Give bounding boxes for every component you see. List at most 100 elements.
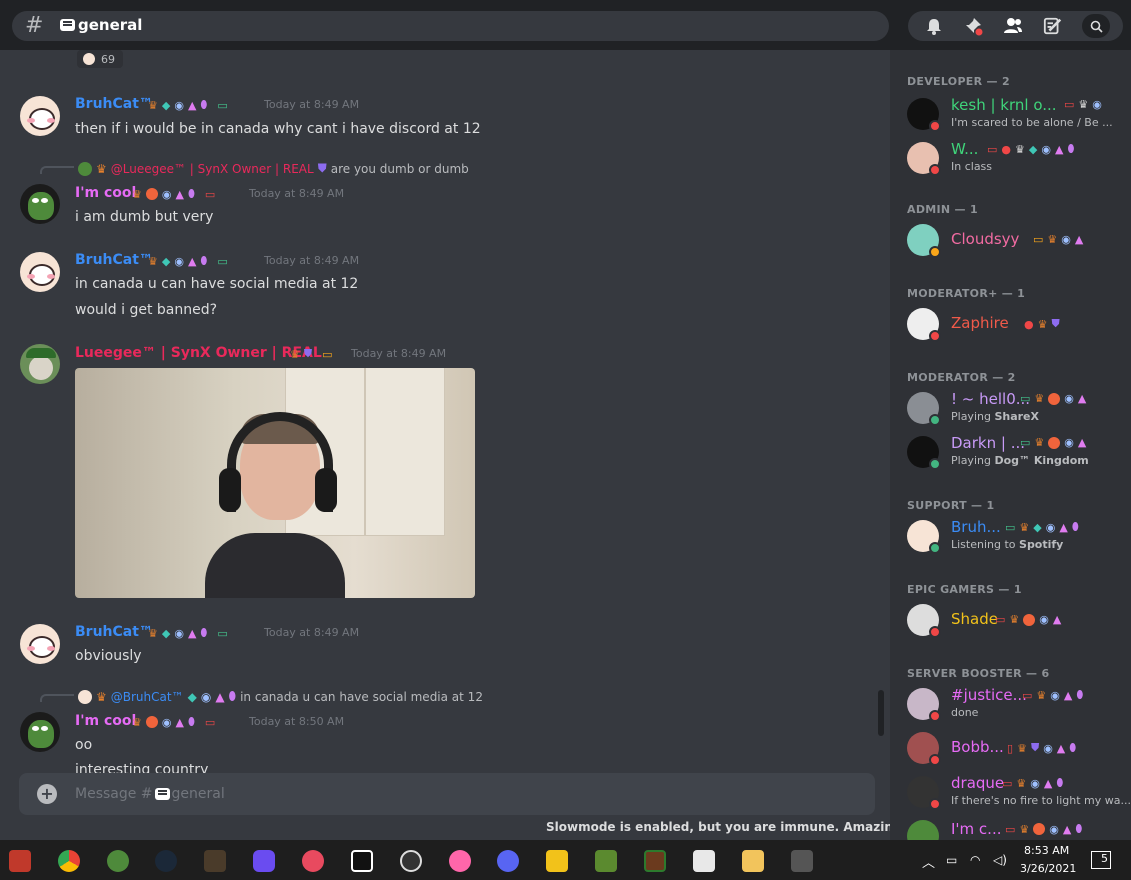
member-item[interactable]: Darkn | ... ▭ ♛ ◉ ▲ Playing Dog™ Kingdom bbox=[907, 432, 1127, 472]
avatar[interactable] bbox=[20, 712, 60, 752]
file-explorer-icon[interactable] bbox=[742, 850, 764, 872]
username[interactable]: I'm cool bbox=[75, 185, 136, 201]
reply-author[interactable]: @BruhCat™ bbox=[111, 690, 184, 704]
reply-author[interactable]: @Lueegee™ | SynX Owner | REAL bbox=[111, 162, 314, 176]
member-status: I'm scared to be alone / Be ... bbox=[951, 116, 1113, 129]
clock-date[interactable]: 3/26/2021 bbox=[1020, 862, 1076, 875]
game-app-icon[interactable] bbox=[204, 850, 226, 872]
member-item[interactable]: draque ▭ ♛ ◉ ▲ ⬮ If there's no fire to l… bbox=[907, 772, 1131, 812]
timestamp: Today at 8:50 AM bbox=[249, 715, 345, 728]
minecraft-alt-icon[interactable] bbox=[644, 850, 666, 872]
notification-center-icon[interactable]: 5 bbox=[1091, 851, 1111, 869]
mushroom-app-icon[interactable] bbox=[302, 850, 324, 872]
minecraft-icon[interactable] bbox=[595, 850, 617, 872]
member-item[interactable]: kesh | krnl o... ▭ ♛ ◉ I'm scared to be … bbox=[907, 94, 1127, 134]
avatar[interactable] bbox=[20, 252, 60, 292]
diamond-icon: ◆ bbox=[161, 254, 171, 268]
desktop-icon: ▭ bbox=[1005, 520, 1016, 534]
channel-title: general bbox=[60, 16, 142, 34]
pin-icon[interactable] bbox=[963, 16, 983, 36]
dnd-status-icon bbox=[929, 754, 941, 766]
steam-icon[interactable] bbox=[155, 850, 177, 872]
nitro-icon: ◉ bbox=[1043, 741, 1053, 755]
upload-plus-button[interactable]: + bbox=[37, 784, 57, 804]
notes-app-icon[interactable] bbox=[791, 850, 813, 872]
member-item[interactable]: Zaphire ● ♛ ⛊ bbox=[907, 304, 1127, 344]
desktop-icon: ▭ bbox=[217, 254, 228, 268]
start-app-icon[interactable] bbox=[9, 850, 31, 872]
username[interactable]: BruhCat™ bbox=[75, 252, 153, 268]
threads-icon[interactable] bbox=[1043, 16, 1063, 36]
puzzle-app-icon[interactable] bbox=[546, 850, 568, 872]
avatar[interactable] bbox=[20, 344, 60, 384]
clock-time[interactable]: 8:53 AM bbox=[1024, 844, 1069, 857]
reply-avatar bbox=[78, 161, 92, 176]
composer-channel: general bbox=[171, 786, 225, 802]
scrollbar-thumb[interactable] bbox=[878, 690, 884, 736]
member-item[interactable]: Cloudsyy ▭ ♛ ◉ ▲ bbox=[907, 220, 1127, 260]
image-attachment[interactable] bbox=[75, 368, 475, 598]
member-status: If there's no fire to light my wa... bbox=[951, 794, 1131, 807]
username[interactable]: I'm cool bbox=[75, 713, 136, 729]
wifi-icon[interactable]: ◠ bbox=[970, 853, 980, 867]
message-composer[interactable]: + Message # general bbox=[19, 773, 875, 815]
member-item[interactable]: Shade ▭ ♛ ◉ ▲ bbox=[907, 600, 1127, 640]
gem-icon: ⬮ bbox=[228, 689, 237, 703]
obs-icon[interactable] bbox=[400, 850, 422, 872]
avatar[interactable] bbox=[20, 624, 60, 664]
member-item[interactable]: Bruh... ▭ ♛ ◆ ◉ ▲ ⬮ Listening to Spotify bbox=[907, 516, 1127, 556]
member-item[interactable]: W... ▭ ● ♛ ◆ ◉ ▲ ⬮ In class bbox=[907, 138, 1127, 178]
member-name: draque bbox=[951, 774, 1005, 792]
reply-preview[interactable]: ♛ @Lueegee™ | SynX Owner | REAL ⛊ are yo… bbox=[78, 161, 469, 176]
member-list-icon[interactable] bbox=[1003, 16, 1023, 36]
gem-icon: ⬮ bbox=[187, 187, 195, 200]
username[interactable]: Lueegee™ | SynX Owner | REAL bbox=[75, 345, 322, 361]
bell-icon[interactable] bbox=[924, 16, 944, 36]
avatar[interactable] bbox=[20, 184, 60, 224]
username[interactable]: BruhCat™ bbox=[75, 624, 153, 640]
crown-icon: ♛ bbox=[1016, 776, 1027, 790]
synapse-app-icon[interactable] bbox=[351, 850, 373, 872]
discord-icon[interactable] bbox=[497, 850, 519, 872]
search-button[interactable] bbox=[1082, 14, 1110, 38]
battery-icon[interactable]: ▭ bbox=[946, 853, 957, 867]
category-title: DEVELOPER — 2 bbox=[907, 75, 1010, 88]
store-icon[interactable] bbox=[693, 850, 715, 872]
crown-icon: ♛ bbox=[1034, 436, 1045, 449]
chrome-icon[interactable] bbox=[58, 850, 80, 872]
category-title: SUPPORT — 1 bbox=[907, 499, 995, 512]
triangle-icon: ▲ bbox=[1043, 776, 1053, 790]
volume-icon[interactable]: ◁) bbox=[993, 853, 1007, 867]
member-item[interactable]: ! ~ hell0... ▭ ♛ ◉ ▲ Playing ShareX bbox=[907, 388, 1127, 428]
message-list[interactable]: 69 BruhCat™ ♛ ◆ ◉ ▲ ⬮ ▭ Today at 8:49 AM… bbox=[0, 50, 890, 840]
crown-icon: ♛ bbox=[1034, 392, 1045, 405]
reply-preview[interactable]: ♛ @BruhCat™ ◆ ◉ ▲ ⬮ in canada u can have… bbox=[78, 689, 483, 704]
diamond-icon: ◆ bbox=[1033, 520, 1042, 534]
hashtag-icon: # bbox=[25, 13, 44, 38]
role-badges: ▯ ♛ ⛊ ◉ ▲ ⬮ bbox=[1007, 741, 1076, 755]
member-item[interactable]: Bobb... ▯ ♛ ⛊ ◉ ▲ ⬮ bbox=[907, 728, 1127, 768]
chevron-up-icon[interactable]: ︿ bbox=[922, 852, 935, 871]
member-item[interactable]: #justice... ▭ ♛ ◉ ▲ ⬮ done bbox=[907, 684, 1127, 724]
diamond-icon: ◆ bbox=[161, 98, 171, 112]
diamond-icon: ◆ bbox=[1028, 142, 1038, 156]
message-text: would i get banned? bbox=[75, 302, 218, 318]
timestamp: Today at 8:49 AM bbox=[264, 98, 360, 111]
message-text: i am dumb but very bbox=[75, 209, 214, 225]
member-item[interactable]: I'm c... ▭ ♛ ◉ ▲ ⬮ bbox=[907, 816, 1127, 840]
osu-icon[interactable] bbox=[449, 850, 471, 872]
activity-name: Dog™ Kingdom bbox=[994, 454, 1089, 467]
reaction-pill[interactable]: 69 bbox=[77, 50, 123, 68]
triangle-icon: ▲ bbox=[1063, 688, 1073, 702]
message-text: oo bbox=[75, 737, 93, 753]
waves-app-icon[interactable] bbox=[253, 850, 275, 872]
avatar[interactable] bbox=[20, 96, 60, 136]
member-list[interactable]: DEVELOPER — 2 kesh | krnl o... ▭ ♛ ◉ I'm… bbox=[890, 50, 1131, 840]
member-name: I'm c... bbox=[951, 820, 1002, 838]
pepe-app-icon[interactable] bbox=[107, 850, 129, 872]
gem-icon: ⬮ bbox=[187, 715, 195, 728]
triangle-icon: ▲ bbox=[175, 715, 184, 729]
channel-header-bar bbox=[12, 11, 889, 41]
message-input[interactable]: Message # general bbox=[75, 786, 225, 802]
username[interactable]: BruhCat™ bbox=[75, 96, 153, 112]
